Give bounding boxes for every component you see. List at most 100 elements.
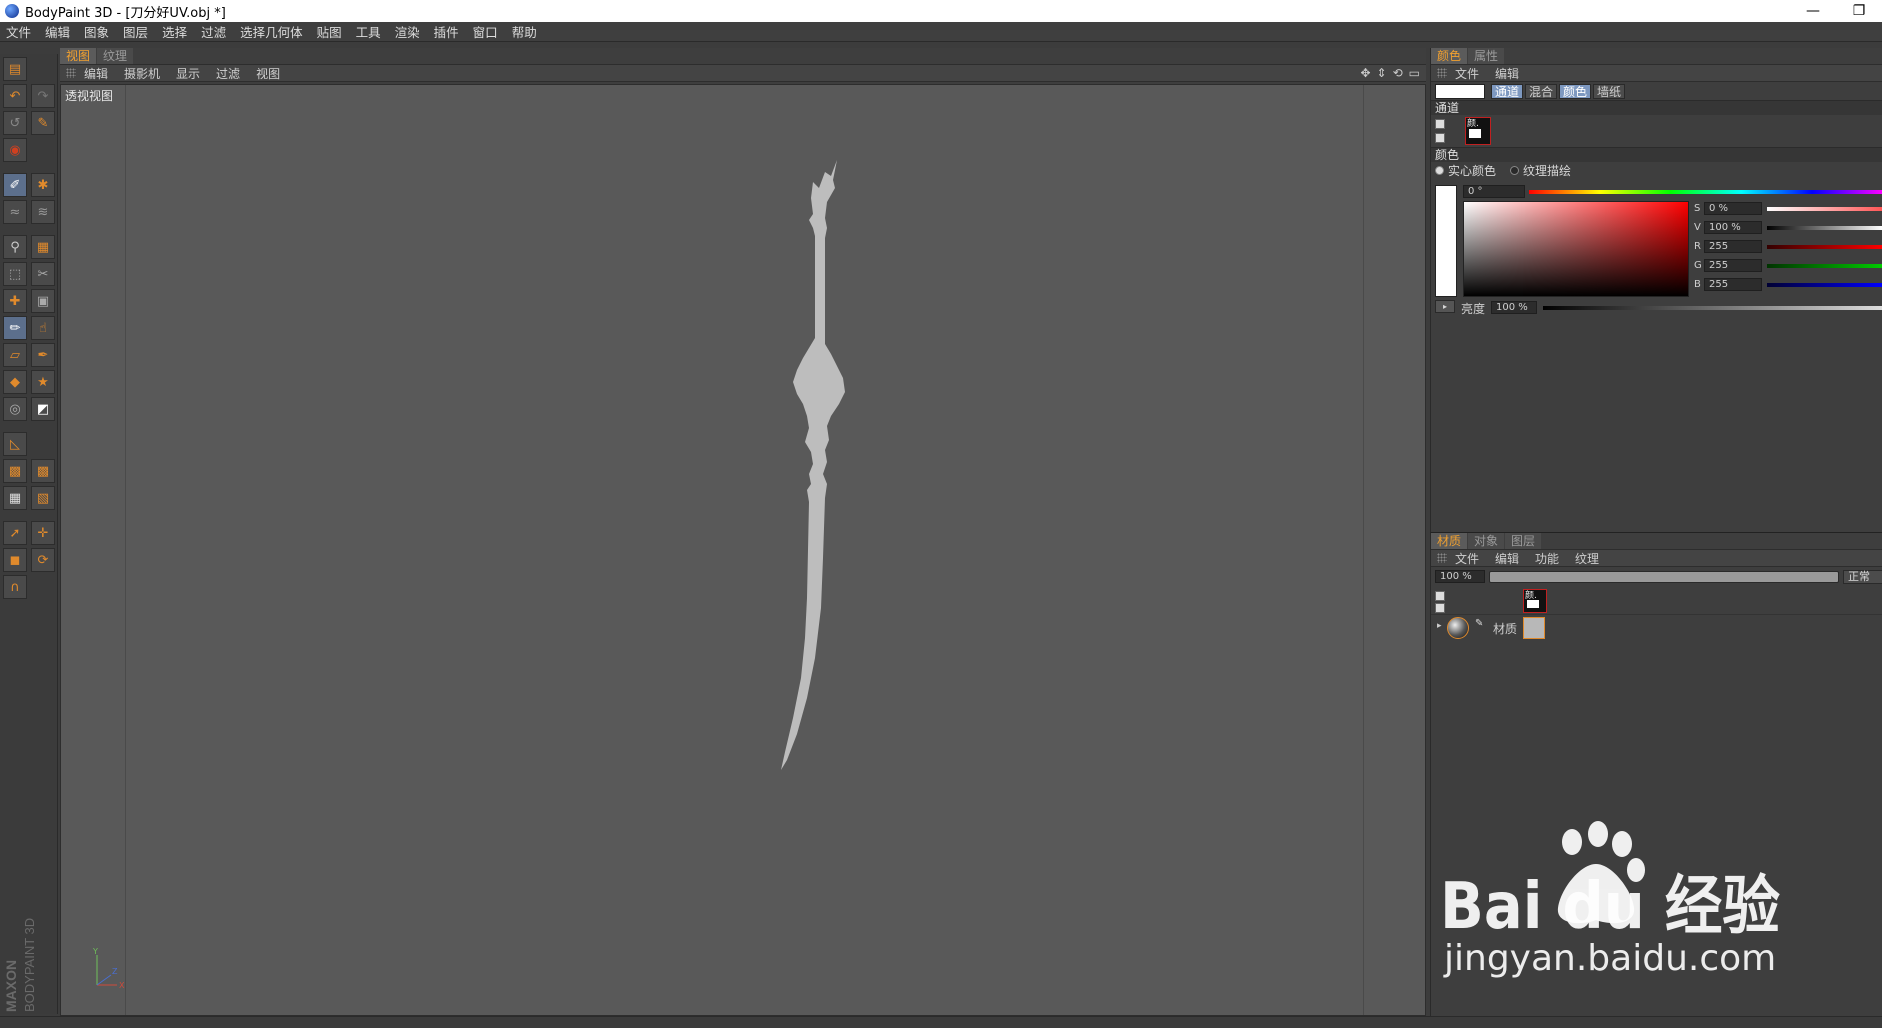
menu-help[interactable]: 帮助	[512, 22, 537, 41]
uv-paint-icon[interactable]: ≈	[3, 200, 27, 224]
menu-edit[interactable]: 编辑	[45, 22, 70, 41]
clone-icon[interactable]: ◎	[3, 397, 27, 421]
axis-move-icon[interactable]: ✛	[31, 521, 55, 545]
menu-filter[interactable]: 过滤	[201, 22, 226, 41]
eraser-icon[interactable]: ▱	[3, 343, 27, 367]
magnet-icon[interactable]: ∩	[3, 575, 27, 599]
v-field[interactable]: 100 %	[1704, 221, 1762, 234]
uv-icon[interactable]: ◺	[3, 432, 27, 456]
menu-file[interactable]: 文件	[6, 22, 31, 41]
material-toggle-icon[interactable]	[1435, 591, 1445, 601]
pan-icon[interactable]: ✥	[1360, 66, 1370, 80]
projection-icon[interactable]: ◉	[3, 138, 27, 162]
checker-3-icon[interactable]: ▦	[3, 486, 27, 510]
current-color-swatch[interactable]	[1435, 83, 1485, 99]
mode-color-button[interactable]: 颜色	[1559, 83, 1592, 99]
color-swap-icon[interactable]: ◩	[31, 397, 55, 421]
g-field[interactable]: 255	[1704, 259, 1762, 272]
menu-image[interactable]: 图象	[84, 22, 109, 41]
material-toggle-2-icon[interactable]	[1435, 603, 1445, 613]
material-menu-edit[interactable]: 编辑	[1495, 550, 1519, 567]
menu-layer[interactable]: 图层	[123, 22, 148, 41]
s-field[interactable]: 0 %	[1704, 202, 1762, 215]
menu-tools[interactable]: 工具	[356, 22, 381, 41]
material-sphere-icon[interactable]	[1447, 617, 1469, 639]
hue-field[interactable]: 0 °	[1463, 185, 1525, 198]
uv-grid-icon[interactable]: ▧	[31, 486, 55, 510]
v-slider[interactable]	[1767, 226, 1882, 230]
perspective-viewport[interactable]: 透视视图 Y X Z	[60, 84, 1426, 1016]
dolly-icon[interactable]: ⇕	[1377, 66, 1387, 80]
g-slider[interactable]	[1767, 264, 1882, 268]
paint-3d-icon[interactable]: ✐	[3, 173, 27, 197]
star-icon[interactable]: ★	[31, 370, 55, 394]
undo-icon[interactable]: ↶	[3, 84, 27, 108]
layer-icon[interactable]: ▤	[3, 57, 27, 81]
viewport-menu-display[interactable]: 显示	[176, 65, 200, 82]
brightness-expand-icon[interactable]: ▸	[1435, 300, 1455, 313]
viewport-menu-filter[interactable]: 过滤	[216, 65, 240, 82]
smear-icon[interactable]: ☝	[31, 316, 55, 340]
material-menu-file[interactable]: 文件	[1455, 550, 1479, 567]
fill-icon[interactable]: ◆	[3, 370, 27, 394]
material-menu-texture[interactable]: 纹理	[1575, 550, 1599, 567]
tab-attributes[interactable]: 属性	[1468, 48, 1505, 64]
mode-channel-button[interactable]: 通道	[1491, 83, 1524, 99]
uv-paint-2-icon[interactable]: ≋	[31, 200, 55, 224]
material-color-thumbnail[interactable]	[1523, 617, 1545, 639]
b-field[interactable]: 255	[1704, 278, 1762, 291]
hue-slider[interactable]	[1529, 190, 1882, 194]
lasso-icon[interactable]: ✂	[31, 262, 55, 286]
select-icon[interactable]: ⬚	[3, 262, 27, 286]
brush-icon[interactable]: ✏	[3, 316, 27, 340]
sword-model[interactable]	[753, 158, 863, 778]
mode-wallpaper-button[interactable]: 墙纸	[1593, 83, 1626, 99]
grip-icon[interactable]	[1437, 553, 1447, 563]
grip-icon[interactable]	[66, 68, 76, 78]
r-slider[interactable]	[1767, 245, 1882, 249]
rotate-icon[interactable]: ⟳	[31, 548, 55, 572]
r-field[interactable]: 255	[1704, 240, 1762, 253]
color-menu-file[interactable]: 文件	[1455, 65, 1479, 82]
brightness-slider[interactable]	[1543, 306, 1882, 310]
minimize-button[interactable]: —	[1790, 0, 1836, 22]
layer-opacity-field[interactable]: 100 %	[1435, 570, 1485, 583]
mode-blend-button[interactable]: 混合	[1525, 83, 1558, 99]
menu-render[interactable]: 渲染	[395, 22, 420, 41]
pointer-icon[interactable]: ➚	[3, 521, 27, 545]
viewport-menu-edit[interactable]: 编辑	[84, 65, 108, 82]
layer-opacity-slider[interactable]	[1489, 571, 1839, 583]
viewport-menu-view[interactable]: 视图	[256, 65, 280, 82]
tab-materials[interactable]: 材质	[1431, 533, 1468, 549]
menu-select-geometry[interactable]: 选择几何体	[240, 22, 303, 41]
color-menu-edit[interactable]: 编辑	[1495, 65, 1519, 82]
material-menu-function[interactable]: 功能	[1535, 550, 1559, 567]
restore-button[interactable]: ❐	[1836, 0, 1882, 22]
brush-3d-icon[interactable]: ✎	[31, 111, 55, 135]
eyedropper-icon[interactable]: ✒	[31, 343, 55, 367]
saturation-value-field[interactable]	[1463, 201, 1689, 297]
channel-toggle-2-icon[interactable]	[1435, 133, 1445, 143]
transform-icon[interactable]: ▣	[31, 289, 55, 313]
redo-icon[interactable]: ↷	[31, 84, 55, 108]
brightness-field[interactable]: 100 %	[1491, 301, 1537, 314]
s-slider[interactable]	[1767, 207, 1882, 211]
b-slider[interactable]	[1767, 283, 1882, 287]
solid-color-radio[interactable]	[1435, 166, 1444, 175]
menu-select[interactable]: 选择	[162, 22, 187, 41]
checker-icon[interactable]: ▩	[3, 459, 27, 483]
tab-view[interactable]: 视图	[60, 48, 97, 64]
material-edit-icon[interactable]: ✎	[1475, 618, 1483, 629]
menu-window[interactable]: 窗口	[473, 22, 498, 41]
channel-toggle-icon[interactable]	[1435, 119, 1445, 129]
magnifier-icon[interactable]: ⚲	[3, 235, 27, 259]
tab-layers[interactable]: 图层	[1505, 533, 1542, 549]
blend-mode-select[interactable]: 正常	[1843, 570, 1882, 584]
material-row[interactable]: ▸ ✎ 材质	[1431, 615, 1882, 641]
orbit-icon[interactable]: ⟲	[1393, 66, 1403, 80]
tab-color[interactable]: 颜色	[1431, 48, 1468, 64]
expand-arrow-icon[interactable]: ▸	[1437, 621, 1442, 631]
scale-icon[interactable]: ◼	[3, 548, 27, 572]
checker-2-icon[interactable]: ▩	[31, 459, 55, 483]
tab-objects[interactable]: 对象	[1468, 533, 1505, 549]
